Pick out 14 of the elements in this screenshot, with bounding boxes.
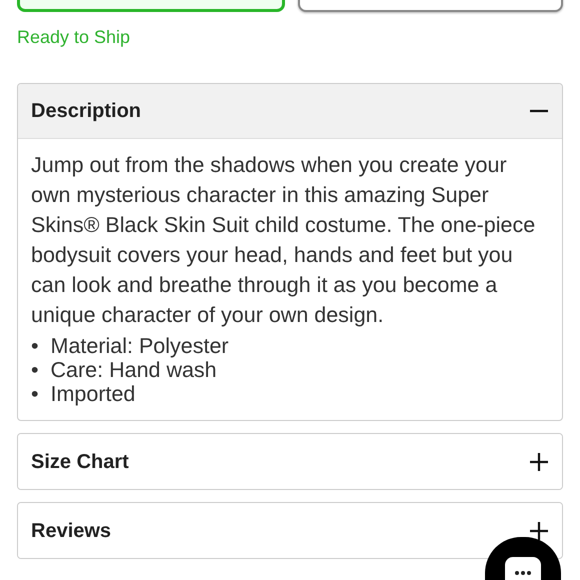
section-title: Description [31, 99, 142, 124]
bullet-marker: • [31, 334, 39, 358]
section-title: Size Chart [31, 450, 129, 474]
bullet-text: Imported [50, 382, 136, 406]
accordion-header[interactable]: Description [18, 84, 562, 139]
bullet-text: Care: Hand wash [50, 358, 217, 382]
description-text: Jump out from the shadows when you create your own mysterious character in this amazing Super Skins® Black Skin Suit child costume. The one-piece bodysuit covers your head, hands and feet but you can look and breathe through it as you become a unique character of your own design. [31, 152, 536, 329]
accordion-header[interactable]: Reviews [18, 503, 562, 558]
section-title: Reviews [31, 518, 112, 544]
availability-text: Ready to Ship [17, 26, 132, 49]
bullet-marker: • [31, 358, 39, 382]
bullet-marker: • [31, 382, 39, 406]
bullet-text: Material: Polyester [50, 334, 229, 358]
accordion-header[interactable]: Size Chart [18, 434, 562, 489]
